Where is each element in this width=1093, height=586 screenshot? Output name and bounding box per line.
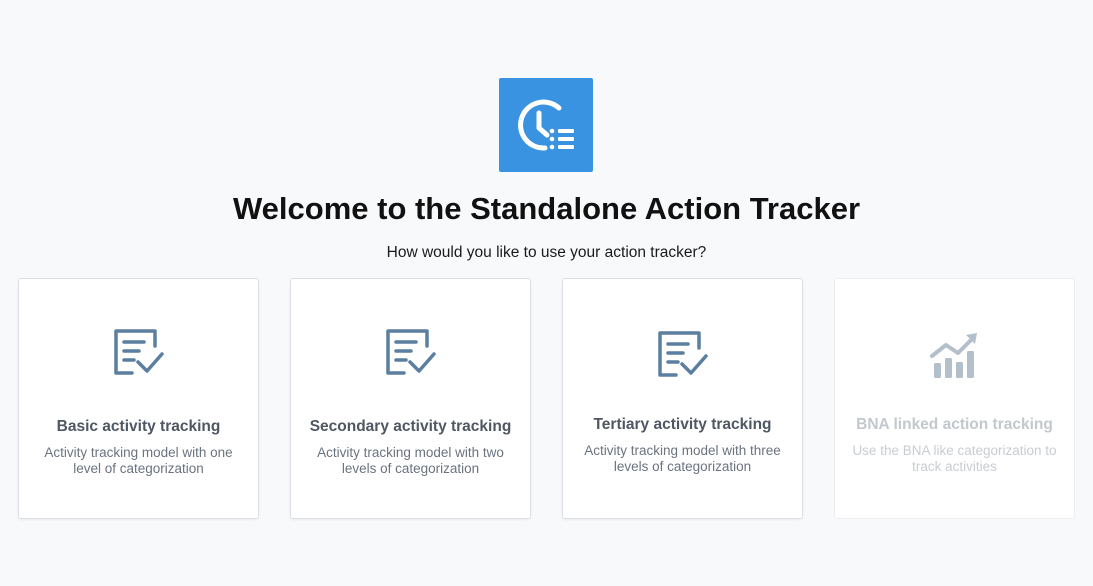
page-subtitle: How would you like to use your action tr… (386, 244, 707, 261)
option-card-secondary[interactable]: Secondary activity tracking Activity tra… (290, 278, 531, 519)
page-title: Welcome to the Standalone Action Tracker (232, 191, 861, 226)
option-description: Activity tracking model with two levels … (317, 445, 504, 476)
option-title: BNA linked action tracking (856, 416, 1053, 433)
option-title: Tertiary activity tracking (593, 416, 772, 433)
option-card-bna: BNA linked action tracking Use the BNA l… (834, 278, 1075, 519)
option-card-tertiary[interactable]: Tertiary activity tracking Activity trac… (562, 278, 803, 519)
option-title: Basic activity tracking (56, 418, 221, 435)
option-description: Use the BNA like categorization to track… (852, 443, 1057, 474)
checklist-icon (385, 329, 436, 375)
option-title: Secondary activity tracking (309, 418, 512, 435)
trend-chart-icon (929, 333, 977, 378)
option-description: Activity tracking model with one level o… (44, 445, 233, 476)
option-description: Activity tracking model with three level… (584, 443, 781, 474)
option-card-basic[interactable]: Basic activity tracking Activity trackin… (18, 278, 259, 519)
checklist-icon (657, 331, 708, 377)
checklist-icon (113, 329, 164, 375)
clock-list-icon (518, 99, 574, 151)
app-logo (499, 78, 593, 172)
